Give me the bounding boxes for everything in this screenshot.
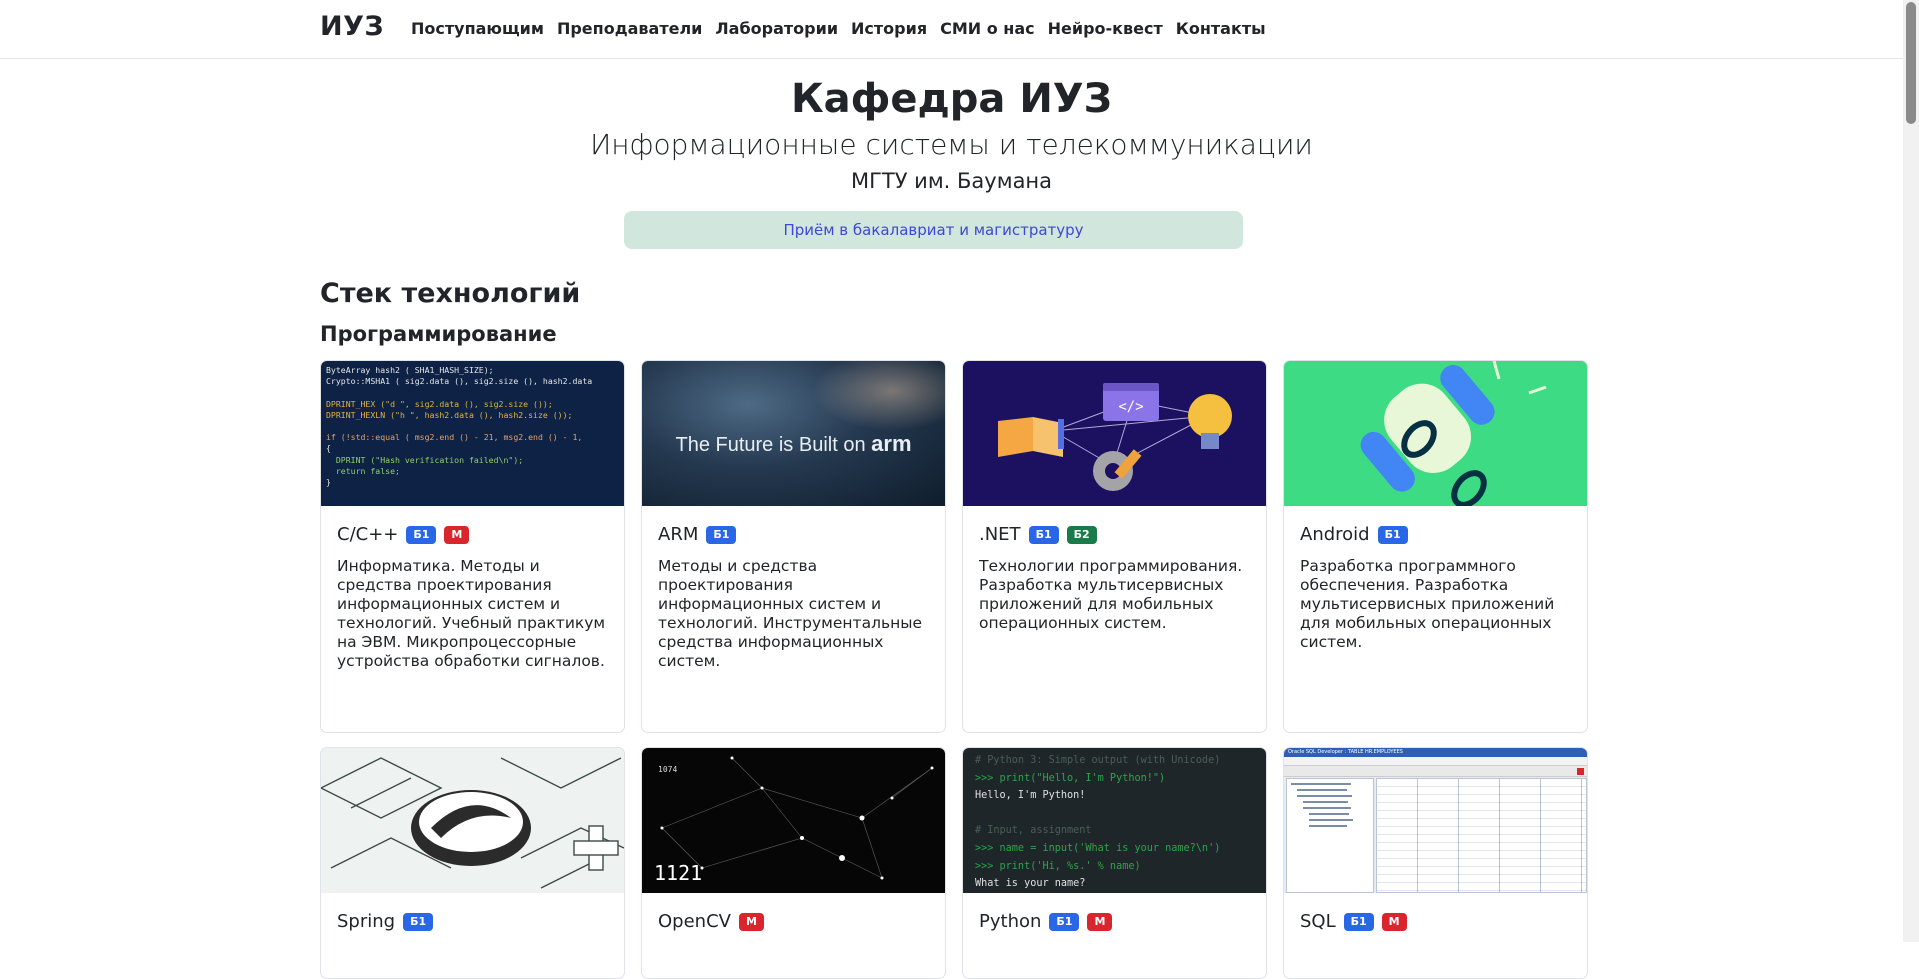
cpp-code-line: ByteArray hash2 ( SHA1_HASH_SIZE); xyxy=(326,365,494,375)
sql-connections-tree xyxy=(1286,778,1374,893)
brand-logo[interactable]: ИУЗ xyxy=(320,11,384,42)
python-code-line: # Python 3: Simple output (with Unicode) xyxy=(975,755,1221,766)
gear-icon xyxy=(1093,449,1142,491)
card-image-sql-developer: Oracle SQL Developer : TABLE HR.EMPLOYEE… xyxy=(1284,748,1587,893)
card-spring[interactable]: Spring Б1 xyxy=(320,747,625,979)
card-sql[interactable]: Oracle SQL Developer : TABLE HR.EMPLOYEE… xyxy=(1283,747,1588,979)
card-arm[interactable]: The Future is Built on arm ARM Б1 Методы… xyxy=(641,360,946,733)
sql-table-grid xyxy=(1376,778,1587,893)
earth-clouds-shape xyxy=(812,361,945,431)
nav-links: Поступающим Преподаватели Лаборатории Ис… xyxy=(411,19,1279,38)
android-robot-svg xyxy=(1360,361,1547,506)
cpp-code-snippet: ByteArray hash2 ( SHA1_HASH_SIZE); Crypto… xyxy=(321,361,624,492)
python-code-line: Hello, I'm Python! xyxy=(975,790,1086,802)
cpp-code-line: Crypto::MSHA1 ( sig2.data (), sig2.size … xyxy=(326,376,593,387)
admission-link[interactable]: Приём в бакалавриат и магистратуру xyxy=(624,211,1243,249)
page-subtitle: Информационные системы и телекоммуникаци… xyxy=(590,128,1313,161)
nav-link-teachers[interactable]: Преподаватели xyxy=(557,19,702,38)
badge-m: М xyxy=(1087,912,1113,931)
card-image-cpp-code: ByteArray hash2 ( SHA1_HASH_SIZE); Crypto… xyxy=(321,361,624,506)
python-code-line: What is your name? xyxy=(975,878,1086,890)
page-title: Кафедра ИУЗ xyxy=(790,76,1113,122)
card-image-python-code: # Python 3: Simple output (with Unicode)… xyxy=(963,748,1266,893)
card-description: Методы и средства проектирования информа… xyxy=(658,557,923,670)
card-description: Информатика. Методы и средства проектиро… xyxy=(337,557,606,670)
lightbulb-icon xyxy=(1188,394,1232,449)
card-description: Технологии программирования. Разработка … xyxy=(979,557,1243,632)
card-title: ARM xyxy=(658,524,699,545)
badge-b1: Б1 xyxy=(1028,525,1059,544)
card-opencv[interactable]: 1074 1121 OpenCV М xyxy=(641,747,946,979)
cpp-code-line: if (!std::equal ( msg2.end () - 21, msg2… xyxy=(326,432,583,443)
card-title: C/C++ xyxy=(337,524,399,545)
book-icon xyxy=(998,417,1064,457)
university-name: МГТУ им. Баумана xyxy=(850,169,1053,193)
sql-window-titlebar: Oracle SQL Developer : TABLE HR.EMPLOYEE… xyxy=(1284,748,1587,757)
sql-menu-bar xyxy=(1284,757,1587,766)
card-android[interactable]: Android Б1 Разработка программного обесп… xyxy=(1283,360,1588,733)
python-code-snippet: # Python 3: Simple output (with Unicode)… xyxy=(963,748,1266,893)
python-code-line xyxy=(975,805,1254,823)
cpp-code-line: DPRINT_HEXLN ("h ", hash2.data (), hash2… xyxy=(326,409,573,420)
python-code-line: # Input, assignment xyxy=(975,825,1092,837)
card-cpp[interactable]: ByteArray hash2 ( SHA1_HASH_SIZE); Crypto… xyxy=(320,360,625,733)
badge-b1: Б1 xyxy=(406,525,437,544)
card-dotnet[interactable]: </> .NET Б1 Б2 Технологии программирован… xyxy=(962,360,1267,733)
sql-toolbar xyxy=(1284,766,1587,777)
card-title: SQL xyxy=(1300,911,1336,932)
python-code-line: >>> name = input('What is your name?\n') xyxy=(975,842,1221,854)
card-image-arm-earth: The Future is Built on arm xyxy=(642,361,945,506)
badge-b1: Б1 xyxy=(706,525,737,544)
nav-link-laboratories[interactable]: Лаборатории xyxy=(715,19,838,38)
cpp-code-line: { xyxy=(326,443,331,454)
nav-link-applicants[interactable]: Поступающим xyxy=(411,19,544,38)
opencv-points-svg: 1074 1121 xyxy=(654,756,934,885)
spring-illustration-svg xyxy=(321,757,624,889)
card-title: Android xyxy=(1300,524,1370,545)
cpp-code-line: DPRINT ("Hash verification failed\n"); xyxy=(326,454,524,465)
badge-m: М xyxy=(738,912,764,931)
badge-m: М xyxy=(1381,912,1407,931)
nav-link-media[interactable]: СМИ о нас xyxy=(940,19,1035,38)
card-title: .NET xyxy=(979,524,1021,545)
card-image-android-robot xyxy=(1284,361,1587,506)
cpp-code-line: } xyxy=(326,477,331,488)
scrollbar-thumb[interactable] xyxy=(1906,2,1916,124)
section-title-tech-stack: Стек технологий xyxy=(320,278,581,309)
badge-b2: Б2 xyxy=(1066,525,1097,544)
card-image-spring-isometric xyxy=(321,748,624,893)
top-navbar: ИУЗ Поступающим Преподаватели Лаборатори… xyxy=(0,0,1903,59)
badge-b1: Б1 xyxy=(1377,525,1408,544)
svg-text:</>: </> xyxy=(1118,399,1143,415)
python-code-line: >>> print('Hi, %s.' % name) xyxy=(975,860,1141,872)
badge-b1: Б1 xyxy=(1343,912,1374,931)
opencv-label-1074: 1074 xyxy=(658,765,677,774)
cpp-code-line xyxy=(326,421,619,432)
cpp-code-line: return false; xyxy=(326,465,400,476)
card-title: Python xyxy=(979,911,1042,932)
sql-close-icon xyxy=(1577,768,1584,775)
nav-link-neuro-quest[interactable]: Нейро-квест xyxy=(1048,19,1163,38)
badge-m: М xyxy=(444,525,470,544)
card-python[interactable]: # Python 3: Simple output (with Unicode)… xyxy=(962,747,1267,979)
arm-banner-text: The Future is Built on arm xyxy=(675,431,912,456)
python-code-line: >>> print("Hello, I'm Python!") xyxy=(975,772,1166,784)
card-description: Разработка программного обеспечения. Раз… xyxy=(1300,557,1555,651)
nav-link-history[interactable]: История xyxy=(851,19,927,38)
card-image-opencv-points: 1074 1121 xyxy=(642,748,945,893)
badge-b1: Б1 xyxy=(1049,912,1080,931)
nav-link-contacts[interactable]: Контакты xyxy=(1176,19,1266,38)
card-image-dotnet-illustration: </> xyxy=(963,361,1266,506)
cpp-code-line xyxy=(326,387,619,398)
page-scrollbar[interactable] xyxy=(1903,0,1919,942)
card-title: Spring xyxy=(337,911,396,932)
card-title: OpenCV xyxy=(658,911,731,932)
subsection-title-programming: Программирование xyxy=(320,322,557,346)
badge-b1: Б1 xyxy=(403,912,434,931)
dotnet-illustration-svg: </> xyxy=(998,383,1232,491)
cpp-code-line: DPRINT_HEX ("d ", sig2.data (), sig2.siz… xyxy=(326,398,553,409)
opencv-label-1121: 1121 xyxy=(654,861,702,885)
